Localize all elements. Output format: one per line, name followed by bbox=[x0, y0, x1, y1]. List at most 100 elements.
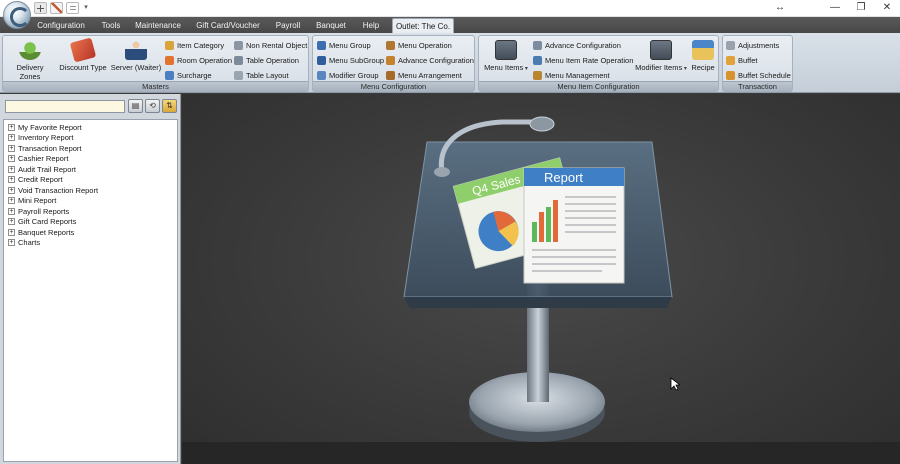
tab-outlet[interactable]: Outlet: The Co. bbox=[392, 18, 454, 33]
expand-icon[interactable]: + bbox=[8, 218, 15, 226]
window-controls: — ❐ ✕ bbox=[822, 0, 900, 16]
expand-icon[interactable]: + bbox=[8, 123, 15, 131]
table-layout-icon bbox=[234, 70, 243, 80]
tab-configuration[interactable]: Configuration bbox=[33, 18, 89, 33]
tab-payroll[interactable]: Payroll bbox=[272, 18, 304, 33]
modifier-group-label: Modifier Group bbox=[329, 70, 379, 80]
resize-icon[interactable]: ↔ bbox=[772, 0, 788, 16]
buffet-button[interactable]: Buffet bbox=[726, 54, 757, 66]
modifier-group-button[interactable]: Modifier Group bbox=[317, 69, 379, 81]
item-category-button[interactable]: Item Category bbox=[165, 39, 224, 51]
surcharge-button[interactable]: Surcharge bbox=[165, 69, 212, 81]
report-search-input[interactable] bbox=[5, 100, 125, 113]
tree-item-void-transaction-report[interactable]: + Void Transaction Report bbox=[4, 185, 177, 196]
expand-icon[interactable]: + bbox=[8, 134, 15, 142]
menu-item-rate-operation-label: Menu Item Rate Operation bbox=[545, 55, 634, 65]
tab-gift-card-voucher[interactable]: Gift Card/Voucher bbox=[193, 18, 263, 33]
close-button[interactable]: ✕ bbox=[874, 0, 900, 16]
minimize-button[interactable]: — bbox=[822, 0, 848, 16]
delivery-zones-button[interactable]: Delivery Zones bbox=[6, 40, 54, 81]
tree-item-label: Gift Card Reports bbox=[18, 217, 77, 227]
non-rental-object-icon bbox=[234, 40, 243, 50]
edit-icon[interactable] bbox=[50, 2, 63, 14]
tree-item-credit-report[interactable]: + Credit Report bbox=[4, 175, 177, 186]
menu-subgroup-button[interactable]: Menu SubGroup bbox=[317, 54, 384, 66]
tab-tools[interactable]: Tools bbox=[96, 18, 126, 33]
server-waiter-label: Server (Waiter) bbox=[110, 63, 162, 72]
tree-item-label: Payroll Reports bbox=[18, 206, 70, 216]
tree-item-banquet-reports[interactable]: + Banquet Reports bbox=[4, 227, 177, 238]
room-operation-icon bbox=[165, 55, 174, 65]
adjustments-button[interactable]: Adjustments bbox=[726, 39, 779, 51]
printer-icon[interactable]: ▤ bbox=[128, 99, 143, 113]
non-rental-object-button[interactable]: Non Rental Object bbox=[234, 39, 307, 51]
expand-icon[interactable]: + bbox=[8, 165, 15, 173]
room-operation-label: Room Operation bbox=[177, 55, 233, 65]
item-category-icon bbox=[165, 40, 174, 50]
advance-configuration-label: Advance Configuration bbox=[398, 55, 474, 65]
report-navigation-panel: ▤ ⟲ ⇅ + My Favorite Report + Inventory Rep… bbox=[0, 94, 181, 464]
menu-item-rate-operation-icon bbox=[533, 55, 542, 65]
refresh-icon[interactable]: ⟲ bbox=[145, 99, 160, 113]
menu-operation-label: Menu Operation bbox=[398, 40, 452, 50]
tree-item-mini-report[interactable]: + Mini Report bbox=[4, 196, 177, 207]
front-sheet-title: Report bbox=[544, 170, 583, 185]
presentation-podium-illustration: Q4 Sales Report bbox=[403, 116, 673, 442]
room-operation-button[interactable]: Room Operation bbox=[165, 54, 232, 66]
recipe-icon bbox=[692, 40, 714, 60]
expand-icon[interactable]: + bbox=[8, 186, 15, 194]
sort-icon[interactable]: ⇅ bbox=[162, 99, 177, 113]
expand-icon[interactable]: + bbox=[8, 155, 15, 163]
menu-management-button[interactable]: Menu Management bbox=[533, 69, 610, 81]
expand-icon[interactable]: + bbox=[8, 239, 15, 247]
tree-item-my-favorite-report[interactable]: + My Favorite Report bbox=[4, 122, 177, 133]
restore-button[interactable]: ❐ bbox=[848, 0, 874, 16]
menu-arrangement-icon bbox=[386, 70, 395, 80]
expand-icon[interactable]: + bbox=[8, 207, 15, 215]
tree-item-cashier-report[interactable]: + Cashier Report bbox=[4, 154, 177, 165]
calculator-icon[interactable] bbox=[34, 2, 47, 14]
document-icon[interactable] bbox=[66, 2, 79, 14]
table-operation-label: Table Operation bbox=[246, 55, 299, 65]
server-waiter-button[interactable]: Server (Waiter) bbox=[110, 40, 162, 72]
menu-item-rate-operation-button[interactable]: Menu Item Rate Operation bbox=[533, 54, 633, 66]
modifier-group-icon bbox=[317, 70, 326, 80]
discount-type-label: Discount Type bbox=[59, 63, 107, 72]
expand-icon[interactable]: + bbox=[8, 197, 15, 205]
expand-icon[interactable]: + bbox=[8, 144, 15, 152]
menu-operation-button[interactable]: Menu Operation bbox=[386, 39, 452, 51]
tree-item-inventory-report[interactable]: + Inventory Report bbox=[4, 133, 177, 144]
modifier-items-dropdown-icon: ▾ bbox=[682, 66, 687, 72]
tab-maintenance[interactable]: Maintenance bbox=[133, 18, 183, 33]
menu-arrangement-button[interactable]: Menu Arrangement bbox=[386, 69, 462, 81]
tree-item-charts[interactable]: + Charts bbox=[4, 238, 177, 249]
expand-icon[interactable]: + bbox=[8, 176, 15, 184]
buffet-schedule-button[interactable]: Buffet Schedule bbox=[726, 69, 791, 81]
table-layout-button[interactable]: Table Layout bbox=[234, 69, 289, 81]
tree-item-transaction-report[interactable]: + Transaction Report bbox=[4, 143, 177, 154]
buffet-label: Buffet bbox=[738, 55, 758, 65]
discount-type-button[interactable]: Discount Type bbox=[58, 37, 108, 72]
menu-group-button[interactable]: Menu Group bbox=[317, 39, 371, 51]
discount-tag-icon bbox=[69, 37, 97, 63]
menu-group-label: Menu Group bbox=[329, 40, 371, 50]
tree-item-gift-card-reports[interactable]: + Gift Card Reports bbox=[4, 217, 177, 228]
group-menu-configuration: Menu Group Menu SubGroup Modifier Group … bbox=[312, 35, 475, 92]
tree-item-payroll-reports[interactable]: + Payroll Reports bbox=[4, 206, 177, 217]
customize-toolbar-arrow-icon[interactable]: ▾ bbox=[82, 2, 90, 14]
tree-item-label: Mini Report bbox=[18, 196, 57, 206]
modifier-items-button[interactable]: Modifier Items ▾ bbox=[633, 40, 689, 72]
application-menu-button[interactable] bbox=[3, 1, 31, 29]
tab-banquet[interactable]: Banquet bbox=[313, 18, 349, 33]
recipe-button[interactable]: Recipe bbox=[689, 40, 717, 72]
expand-icon[interactable]: + bbox=[8, 228, 15, 236]
advance-configuration-item-button[interactable]: Advance Configuration bbox=[533, 39, 621, 51]
table-operation-button[interactable]: Table Operation bbox=[234, 54, 299, 66]
tree-item-audit-trail-report[interactable]: + Audit Trail Report bbox=[4, 164, 177, 175]
advance-configuration-menu-button[interactable]: Advance Configuration bbox=[386, 54, 474, 66]
quick-access-toolbar: ▾ bbox=[34, 2, 90, 14]
tab-help[interactable]: Help bbox=[358, 18, 384, 33]
item-category-label: Item Category bbox=[177, 40, 225, 50]
menu-items-button[interactable]: Menu Items ▾ bbox=[481, 40, 531, 72]
buffet-schedule-icon bbox=[726, 70, 735, 80]
